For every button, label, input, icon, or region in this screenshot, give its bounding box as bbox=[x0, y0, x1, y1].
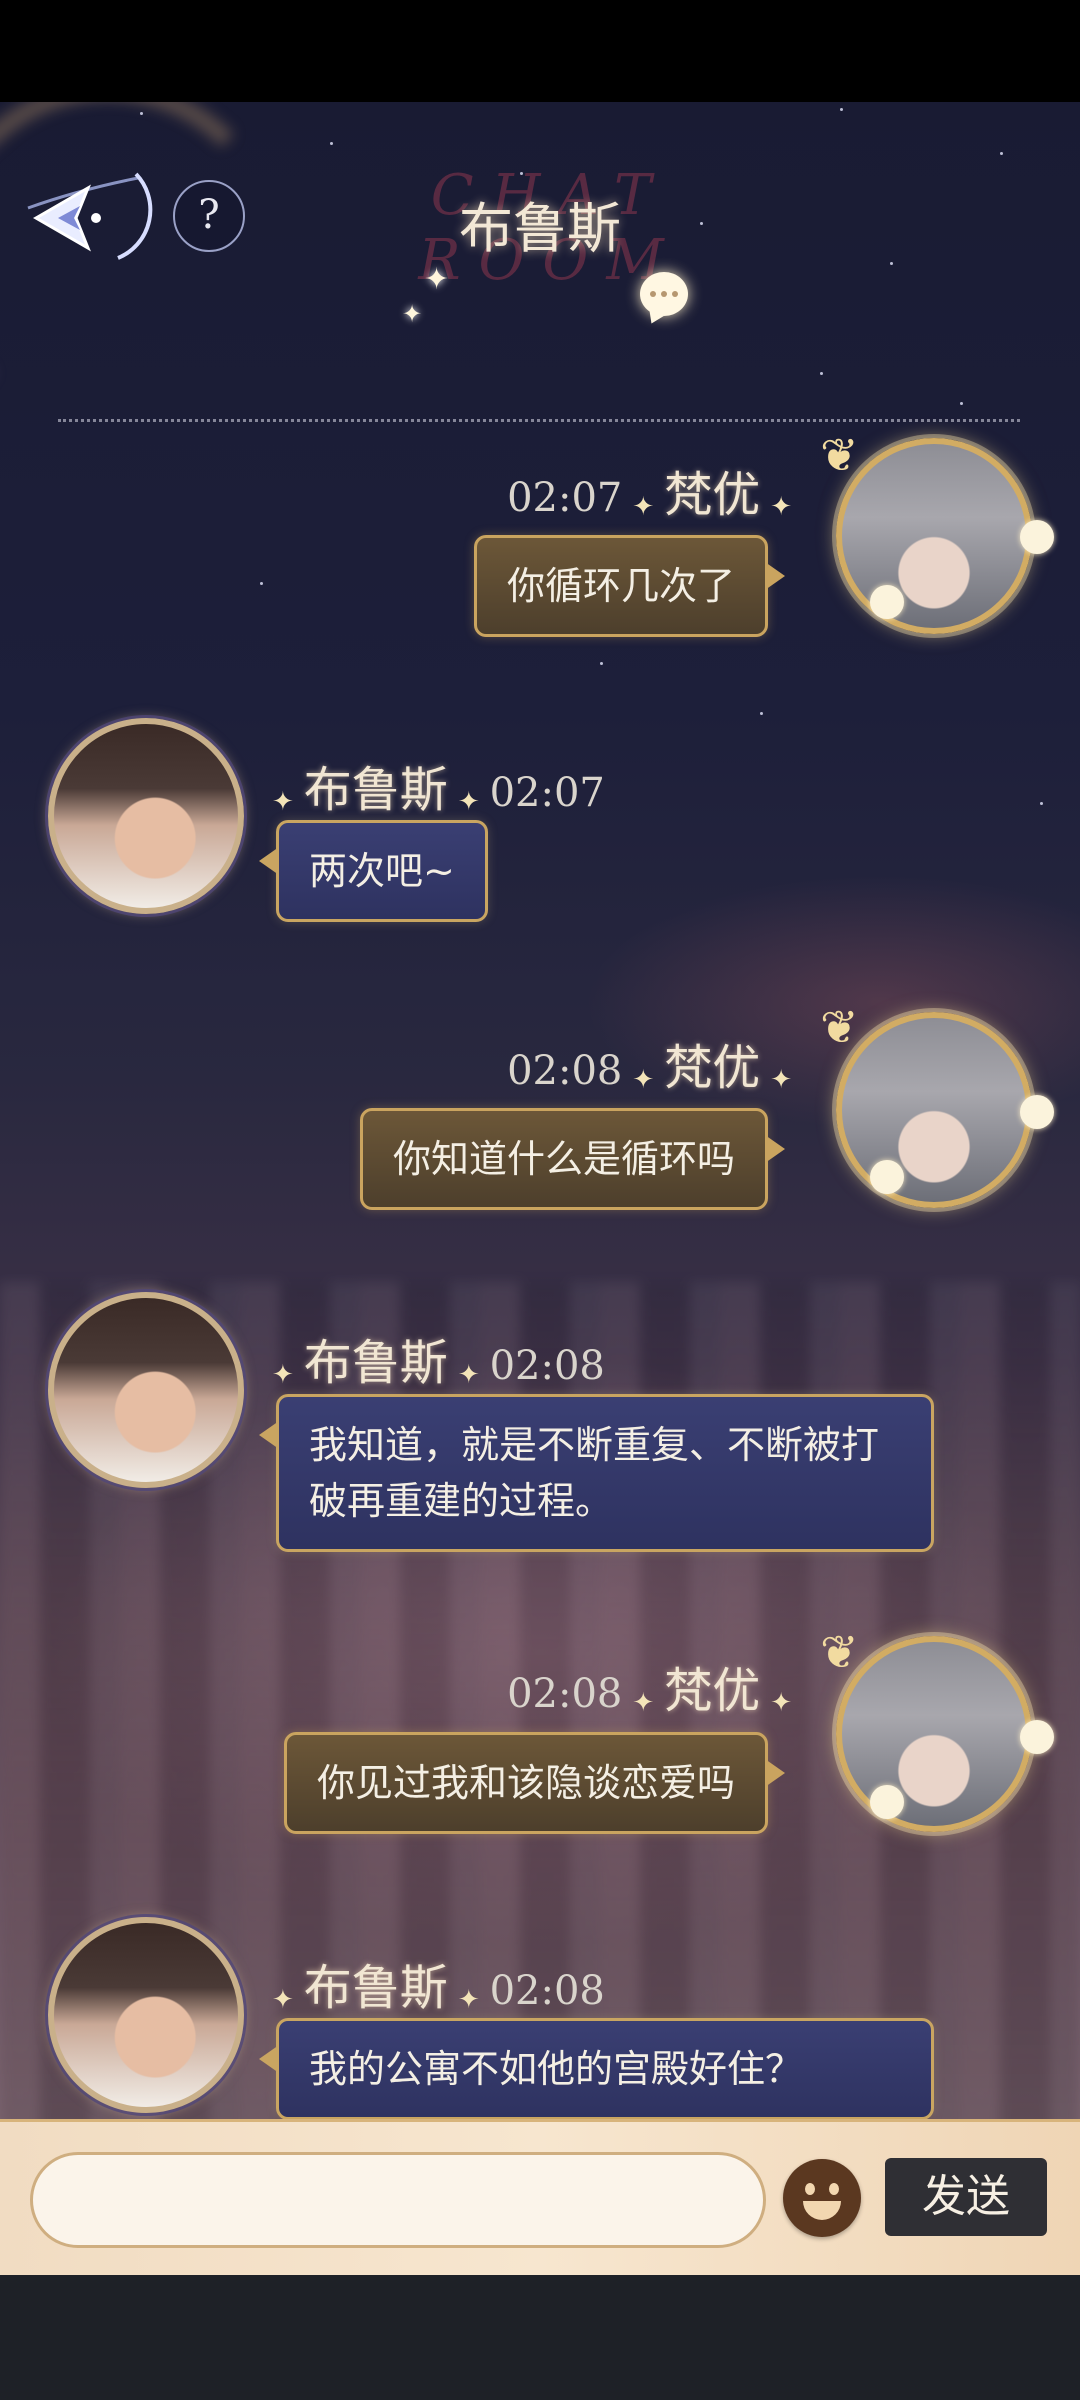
sparkle-icon: ✦ bbox=[424, 262, 450, 297]
star-icon: ✦ bbox=[632, 491, 655, 522]
message-meta: ✦ 布鲁斯 ✦ 02:08 bbox=[262, 1948, 605, 2018]
message-input[interactable] bbox=[30, 2152, 766, 2248]
back-arrow-icon bbox=[27, 172, 153, 260]
message-time: 02:08 bbox=[489, 1343, 605, 1389]
message-meta: 02:07 ✦ 梵优 ✦ bbox=[507, 455, 802, 525]
user-avatar[interactable] bbox=[836, 438, 1032, 634]
message-time: 02:07 bbox=[507, 475, 623, 521]
sender-name: 布鲁斯 bbox=[303, 1960, 448, 2016]
message-time: 02:08 bbox=[507, 1671, 623, 1717]
sender-name: 布鲁斯 bbox=[303, 762, 448, 818]
help-button[interactable]: ? bbox=[173, 180, 245, 252]
status-bar bbox=[0, 0, 1080, 102]
star-icon: ✦ bbox=[770, 491, 792, 522]
message-bubble: 你循环几次了 bbox=[473, 535, 786, 637]
user-avatar[interactable] bbox=[836, 1012, 1032, 1208]
bow-icon: ❦ bbox=[820, 1000, 859, 1054]
contact-avatar[interactable] bbox=[48, 1917, 244, 2113]
message-time: 02:07 bbox=[489, 770, 605, 816]
background-star bbox=[760, 712, 763, 715]
flower-icon bbox=[1020, 1095, 1054, 1129]
flower-icon bbox=[1020, 520, 1054, 554]
message-bubble: 你见过我和该隐谈恋爱吗 bbox=[283, 1732, 786, 1834]
message-text: 我知道，就是不断重复、不断被打破再重建的过程。 bbox=[309, 1423, 880, 1523]
user-avatar[interactable] bbox=[836, 1636, 1032, 1832]
send-button[interactable]: 发送 bbox=[885, 2158, 1047, 2236]
background-star bbox=[890, 262, 893, 265]
background-star bbox=[960, 402, 963, 405]
background-star bbox=[840, 108, 843, 111]
sparkle-icon: ✦ bbox=[402, 300, 423, 328]
star-icon: ✦ bbox=[272, 1359, 294, 1390]
message-text: 我的公寓不如他的宫殿好住？ bbox=[309, 2047, 804, 2091]
background-star bbox=[330, 142, 333, 145]
star-icon: ✦ bbox=[457, 1984, 480, 2015]
star-icon: ✦ bbox=[457, 1359, 480, 1390]
message-meta: ✦ 布鲁斯 ✦ 02:08 bbox=[262, 1323, 605, 1393]
question-mark-icon: ? bbox=[198, 192, 220, 238]
message-bubble: 我知道，就是不断重复、不断被打破再重建的过程。 bbox=[259, 1394, 934, 1552]
message-meta: 02:08 ✦ 梵优 ✦ bbox=[507, 1028, 802, 1098]
background-star bbox=[820, 372, 823, 375]
star-icon: ✦ bbox=[770, 1064, 792, 1095]
flower-icon bbox=[870, 585, 904, 619]
message-bubble: 你知道什么是循环吗 bbox=[359, 1108, 786, 1210]
flower-icon bbox=[870, 1160, 904, 1194]
flower-icon bbox=[870, 1785, 904, 1819]
message-input-bar: 发送 bbox=[0, 2119, 1080, 2278]
contact-avatar[interactable] bbox=[48, 1292, 244, 1488]
message-bubble: 我的公寓不如他的宫殿好住？ bbox=[259, 2018, 934, 2120]
message-time: 02:08 bbox=[507, 1048, 623, 1094]
star-icon: ✦ bbox=[457, 786, 480, 817]
bow-icon: ❦ bbox=[820, 1625, 859, 1679]
emoji-button[interactable] bbox=[783, 2159, 861, 2237]
message-bubble: 两次吧~ bbox=[259, 820, 488, 922]
header-divider bbox=[58, 419, 1020, 422]
background-star bbox=[600, 662, 603, 665]
background-star bbox=[260, 582, 263, 585]
bow-icon: ❦ bbox=[820, 428, 859, 482]
sender-name: 梵优 bbox=[664, 1663, 761, 1719]
background-star bbox=[140, 112, 143, 115]
message-text: 你循环几次了 bbox=[506, 564, 735, 608]
sender-name: 梵优 bbox=[664, 467, 761, 523]
page-title: 布鲁斯 bbox=[459, 197, 621, 260]
star-icon: ✦ bbox=[632, 1687, 655, 1718]
message-meta: ✦ 布鲁斯 ✦ 02:07 bbox=[262, 750, 605, 820]
message-meta: 02:08 ✦ 梵优 ✦ bbox=[507, 1651, 802, 1721]
back-button[interactable] bbox=[18, 160, 158, 270]
star-icon: ✦ bbox=[272, 786, 294, 817]
star-icon: ✦ bbox=[632, 1064, 655, 1095]
contact-avatar[interactable] bbox=[48, 718, 244, 914]
star-icon: ✦ bbox=[272, 1984, 294, 2015]
star-icon: ✦ bbox=[770, 1687, 792, 1718]
message-text: 你知道什么是循环吗 bbox=[392, 1137, 735, 1181]
message-time: 02:08 bbox=[489, 1968, 605, 2014]
message-text: 两次吧~ bbox=[309, 849, 455, 893]
sender-name: 布鲁斯 bbox=[303, 1335, 448, 1391]
flower-icon bbox=[1020, 1720, 1054, 1754]
message-text: 你见过我和该隐谈恋爱吗 bbox=[316, 1761, 735, 1805]
sender-name: 梵优 bbox=[664, 1040, 761, 1096]
background-star bbox=[1040, 802, 1043, 805]
background-star bbox=[1000, 152, 1003, 155]
speech-bubble-icon bbox=[640, 272, 688, 316]
system-navigation-bar bbox=[0, 2275, 1080, 2400]
